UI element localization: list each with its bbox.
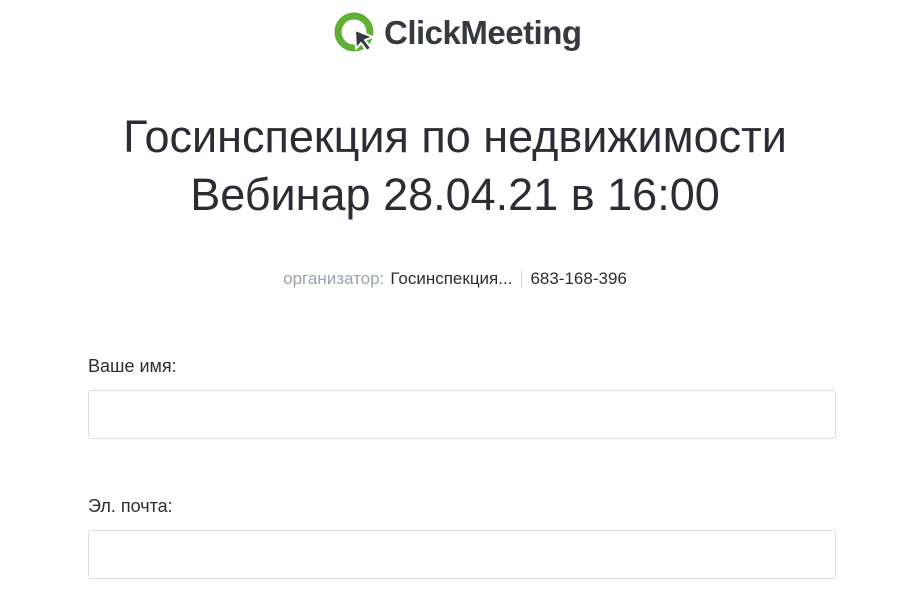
- organizer-label: организатор:: [283, 269, 385, 288]
- name-label: Ваше имя:: [88, 356, 177, 376]
- clickmeeting-logo-icon: [334, 12, 374, 52]
- event-meta: организатор: Госинспекция... 683-168-396: [0, 268, 910, 290]
- email-label: Эл. почта:: [88, 496, 173, 516]
- registration-page: ClickMeeting Госинспекция по недвижимост…: [0, 0, 910, 594]
- event-title-line-2: Вебинар 28.04.21 в 16:00: [190, 169, 720, 220]
- name-input[interactable]: [88, 390, 836, 439]
- clickmeeting-logo: ClickMeeting: [334, 10, 582, 56]
- room-id: 683-168-396: [530, 269, 627, 288]
- organizer-name: Госинспекция...: [390, 269, 513, 288]
- event-title: Госинспекция по недвижимости Вебинар 28.…: [0, 108, 910, 224]
- logo-text: ClickMeeting: [384, 14, 582, 51]
- email-input[interactable]: [88, 530, 836, 579]
- event-title-line-1: Госинспекция по недвижимости: [123, 111, 787, 162]
- meta-divider: [521, 270, 523, 288]
